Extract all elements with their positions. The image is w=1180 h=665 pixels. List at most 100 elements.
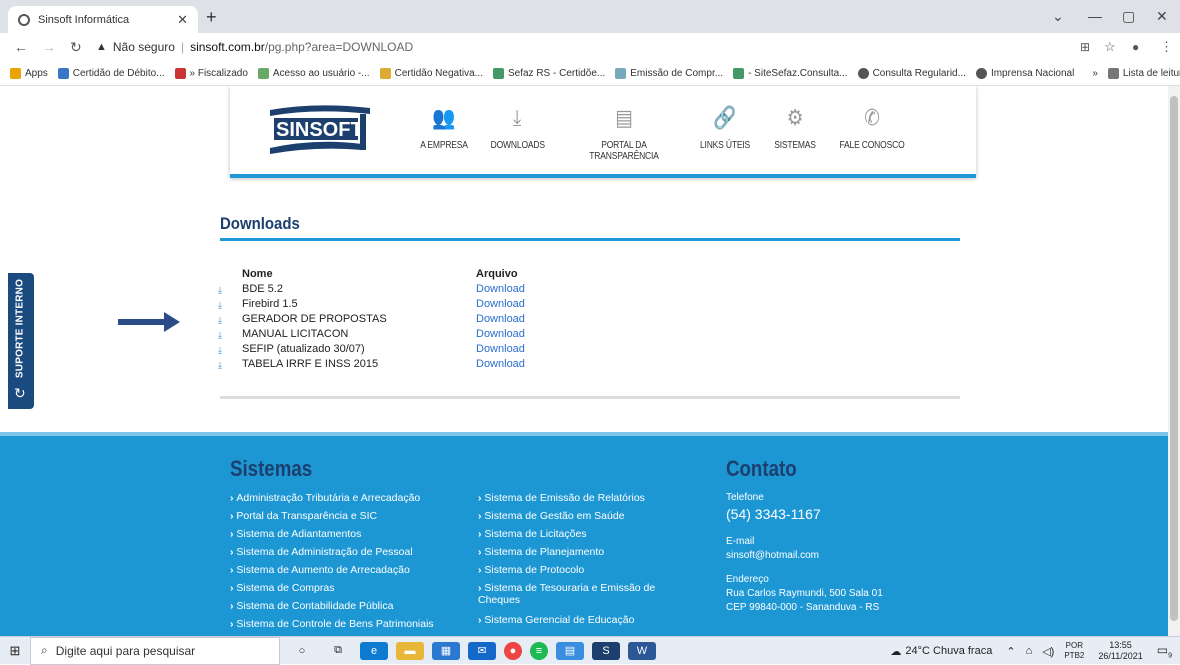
bookmark-item[interactable]: Apps (10, 67, 48, 79)
gears-icon: ⚙ (786, 105, 804, 130)
scrollbar-thumb[interactable] (1170, 96, 1178, 621)
cortana-icon[interactable]: ○ (288, 642, 316, 660)
edge-icon[interactable]: e (360, 641, 388, 660)
windows-start-icon[interactable]: ⊞ (0, 643, 30, 659)
close-tab-icon[interactable]: ✕ (177, 12, 188, 28)
bookmark-item[interactable]: Certidão de Débito... (57, 67, 165, 79)
nav-downloads[interactable]: ⤓ DOWNLOADS (491, 104, 545, 151)
system-link[interactable]: Sistema de Controle de Bens Patrimoniais (230, 618, 433, 631)
download-link[interactable]: Download (476, 343, 525, 355)
warning-icon: ▲ (96, 41, 107, 53)
email-value[interactable]: sinsoft@hotmail.com (726, 550, 819, 561)
tray-expand-icon[interactable]: ⌃ (1006, 645, 1015, 658)
spotify-icon[interactable]: ≡ (530, 641, 548, 660)
nav-links-uteis[interactable]: 🔗 LINKS ÚTEIS (695, 104, 755, 151)
windows-taskbar: ⊞ ⌕ Digite aqui para pesquisar ○ ⧉ e ▬ ▦… (0, 636, 1180, 665)
language-indicator[interactable]: POR PTB2 (1064, 641, 1084, 661)
chrome-icon[interactable]: ● (504, 641, 522, 660)
nav-sistemas[interactable]: ⚙ SISTEMAS (769, 104, 822, 151)
url-field[interactable]: ▲ Não seguro | sinsoft.com.br /pg.php?ar… (96, 37, 1036, 57)
more-bookmarks-button[interactable]: » (1092, 68, 1098, 79)
volume-icon[interactable]: ◁) (1042, 645, 1054, 658)
not-secure-label: Não seguro (112, 40, 175, 54)
store-icon[interactable]: ▦ (432, 641, 460, 660)
back-icon[interactable]: ← (14, 39, 28, 55)
maximize-button[interactable]: ▢ (1122, 8, 1135, 25)
url-host: sinsoft.com.br (190, 40, 265, 54)
contact-title: Contato (726, 456, 797, 481)
site-header: SINSOFT 👥 A EMPRESA ⤓ DOWNLOADS ▤ PORTAL… (230, 86, 976, 178)
forward-icon[interactable]: → (42, 39, 56, 55)
bookmark-item[interactable]: Imprensa Nacional (975, 67, 1074, 79)
bookmark-item[interactable]: » Fiscalizado (174, 67, 248, 79)
system-link[interactable]: Sistema de Compras (230, 582, 334, 595)
suporte-interno-tab[interactable]: SUPORTE INTERNO ↻ (8, 273, 34, 409)
phone-value: (54) 3343-1167 (726, 506, 821, 522)
bookmark-item[interactable]: Emissão de Compr... (615, 67, 723, 79)
reload-icon[interactable]: ↻ (70, 39, 82, 56)
download-link[interactable]: Download (476, 358, 525, 370)
search-placeholder: Digite aqui para pesquisar (55, 643, 196, 658)
bookmark-item[interactable]: Sefaz RS - Certidõe... (492, 67, 605, 79)
file-explorer-icon[interactable]: ▬ (396, 641, 424, 660)
network-icon[interactable]: ⌂ (1026, 645, 1033, 657)
file-name: TABELA IRRF E INSS 2015 (242, 358, 379, 370)
system-link[interactable]: Sistema de Gestão em Saúde (478, 510, 624, 523)
download-icon: ⤓ (218, 300, 222, 310)
phone-label: Telefone (726, 492, 764, 503)
system-link[interactable]: Sistema de Administração de Pessoal (230, 546, 412, 559)
system-link-continuation[interactable]: Cheques (478, 594, 520, 606)
table-row: ⤓ BDE 5.2 Download (218, 283, 538, 298)
profile-icon[interactable]: ● (1132, 40, 1139, 54)
download-link[interactable]: Download (476, 283, 525, 295)
new-tab-button[interactable]: + (206, 7, 217, 28)
system-link[interactable]: Sistema de Emissão de Relatórios (478, 492, 645, 505)
system-link[interactable]: Administração Tributária e Arrecadação (230, 492, 420, 505)
nav-fale-conosco[interactable]: ✆ FALE CONOSCO (836, 104, 907, 151)
close-window-button[interactable]: ✕ (1156, 8, 1168, 25)
browser-tab[interactable]: Sinsoft Informática ✕ (8, 6, 198, 33)
email-label: E-mail (726, 536, 755, 547)
word-icon[interactable]: W (628, 641, 656, 660)
task-view-icon[interactable]: ⧉ (324, 642, 352, 660)
system-link[interactable]: Sistema de Adiantamentos (230, 528, 361, 541)
logo-text: SINSOFT (276, 119, 363, 141)
system-link[interactable]: Sistema de Protocolo (478, 564, 584, 577)
nav-portal-transparencia[interactable]: ▤ PORTAL DA TRANSPARÊNCIA (566, 104, 682, 162)
download-link[interactable]: Download (476, 328, 525, 340)
bookmarks-bar: Apps Certidão de Débito... » Fiscalizado… (0, 61, 1180, 86)
nav-a-empresa[interactable]: 👥 A EMPRESA (420, 104, 468, 151)
menu-icon[interactable]: ⋮ (1160, 39, 1173, 55)
table-row: ⤓ Firebird 1.5 Download (218, 298, 538, 313)
clock[interactable]: 13:55 26/11/2021 (1098, 640, 1142, 662)
star-icon[interactable]: ☆ (1104, 39, 1116, 55)
download-link[interactable]: Download (476, 298, 525, 310)
tab-search-icon[interactable]: ⌄ (1052, 8, 1064, 25)
scrollbar[interactable] (1168, 86, 1180, 636)
bookmark-item[interactable]: Acesso ao usuário -... (257, 67, 370, 79)
sinsoft-logo[interactable]: SINSOFT (266, 100, 376, 160)
bookmark-item[interactable]: Consulta Regularid... (857, 67, 966, 79)
sinsoft-app-icon[interactable]: S (592, 641, 620, 660)
bookmark-item[interactable]: Certidão Negativa... (379, 67, 483, 79)
notification-icon[interactable]: ▭9 (1157, 643, 1172, 659)
system-link[interactable]: Portal da Transparência e SIC (230, 510, 377, 523)
taskbar-search-field[interactable]: ⌕ Digite aqui para pesquisar (30, 636, 280, 665)
system-link[interactable]: Sistema de Licitações (478, 528, 586, 541)
system-link[interactable]: Sistema Gerencial de Educação (478, 614, 634, 627)
download-icon: ⤓ (218, 315, 222, 325)
address-line-2: CEP 99840-000 - Sananduva - RS (726, 602, 880, 613)
weather-text[interactable]: 24°C Chuva fraca (905, 645, 992, 657)
table-row: ⤓ TABELA IRRF E INSS 2015 Download (218, 358, 538, 373)
app-icon[interactable]: ▤ (556, 641, 584, 660)
download-link[interactable]: Download (476, 313, 525, 325)
divider (220, 396, 960, 399)
translate-icon[interactable]: ⊞ (1080, 40, 1090, 54)
reading-list-button[interactable]: Lista de leitura (1107, 67, 1180, 79)
bookmark-item[interactable]: - SiteSefaz.Consulta... (733, 67, 848, 79)
mail-icon[interactable]: ✉ (468, 641, 496, 660)
minimize-button[interactable]: — (1088, 8, 1102, 24)
system-link[interactable]: Sistema de Aumento de Arrecadação (230, 564, 409, 577)
system-link[interactable]: Sistema de Contabilidade Pública (230, 600, 393, 613)
system-link[interactable]: Sistema de Planejamento (478, 546, 604, 559)
